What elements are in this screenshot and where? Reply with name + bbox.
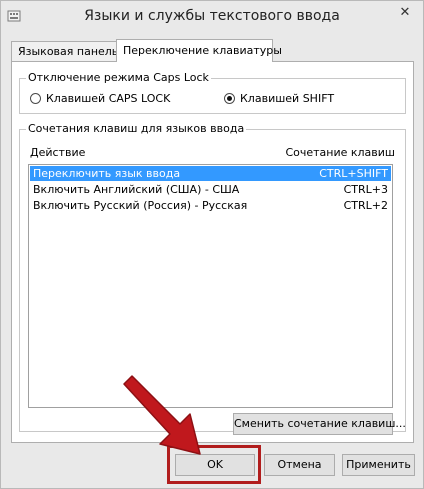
list-item-action: Включить Английский (США) - США (33, 183, 240, 196)
hotkeys-legend: Сочетания клавиш для языков ввода (26, 122, 247, 135)
caps-lock-group: Отключение режима Caps Lock Клавишей CAP… (19, 71, 406, 114)
radio-shift-circle[interactable] (224, 93, 235, 104)
title-bar[interactable]: Языки и службы текстового ввода ✕ (1, 1, 423, 32)
radio-shift-label: Клавишей SHIFT (240, 92, 335, 105)
column-header-action: Действие (30, 146, 86, 159)
list-item[interactable]: Переключить язык ввода CTRL+SHIFT (30, 166, 391, 181)
radio-shift[interactable]: Клавишей SHIFT (224, 92, 334, 105)
tab-panel: Отключение режима Caps Lock Клавишей CAP… (11, 61, 414, 443)
change-hotkey-button[interactable]: Сменить сочетание клавиш... (233, 413, 406, 435)
window-title: Языки и службы текстового ввода (84, 8, 340, 24)
column-header-combo: Сочетание клавиш (285, 146, 395, 159)
pointer-arrow-icon (123, 375, 201, 455)
radio-caps-lock[interactable]: Клавишей CAPS LOCK (30, 92, 170, 105)
hotkeys-list[interactable]: Переключить язык ввода CTRL+SHIFT Включи… (28, 164, 393, 408)
list-item-action: Переключить язык ввода (33, 167, 181, 180)
cancel-button[interactable]: Отмена (264, 454, 335, 476)
list-item[interactable]: Включить Английский (США) - США CTRL+3 (30, 182, 391, 197)
list-item-combo: CTRL+3 (343, 183, 388, 196)
hotkeys-list-header: Действие Сочетание клавиш (30, 146, 395, 162)
list-item-combo: CTRL+2 (343, 199, 388, 212)
radio-caps-lock-circle[interactable] (30, 93, 41, 104)
close-button[interactable]: ✕ (392, 3, 418, 23)
tab-language-bar[interactable]: Языковая панель (11, 41, 118, 61)
caps-lock-legend: Отключение режима Caps Lock (26, 71, 211, 84)
tab-keyboard-switching[interactable]: Переключение клавиатуры (116, 39, 282, 62)
hotkeys-group: Сочетания клавиш для языков ввода Действ… (19, 122, 406, 435)
dialog-window: Языки и службы текстового ввода ✕ Языков… (0, 0, 424, 489)
list-item-combo: CTRL+SHIFT (319, 167, 388, 180)
list-item-action: Включить Русский (Россия) - Русская (33, 199, 248, 212)
list-item[interactable]: Включить Русский (Россия) - Русская CTRL… (30, 198, 391, 213)
apply-button[interactable]: Применить (342, 454, 415, 476)
close-icon: ✕ (399, 5, 411, 20)
radio-caps-lock-label: Клавишей CAPS LOCK (46, 92, 171, 105)
